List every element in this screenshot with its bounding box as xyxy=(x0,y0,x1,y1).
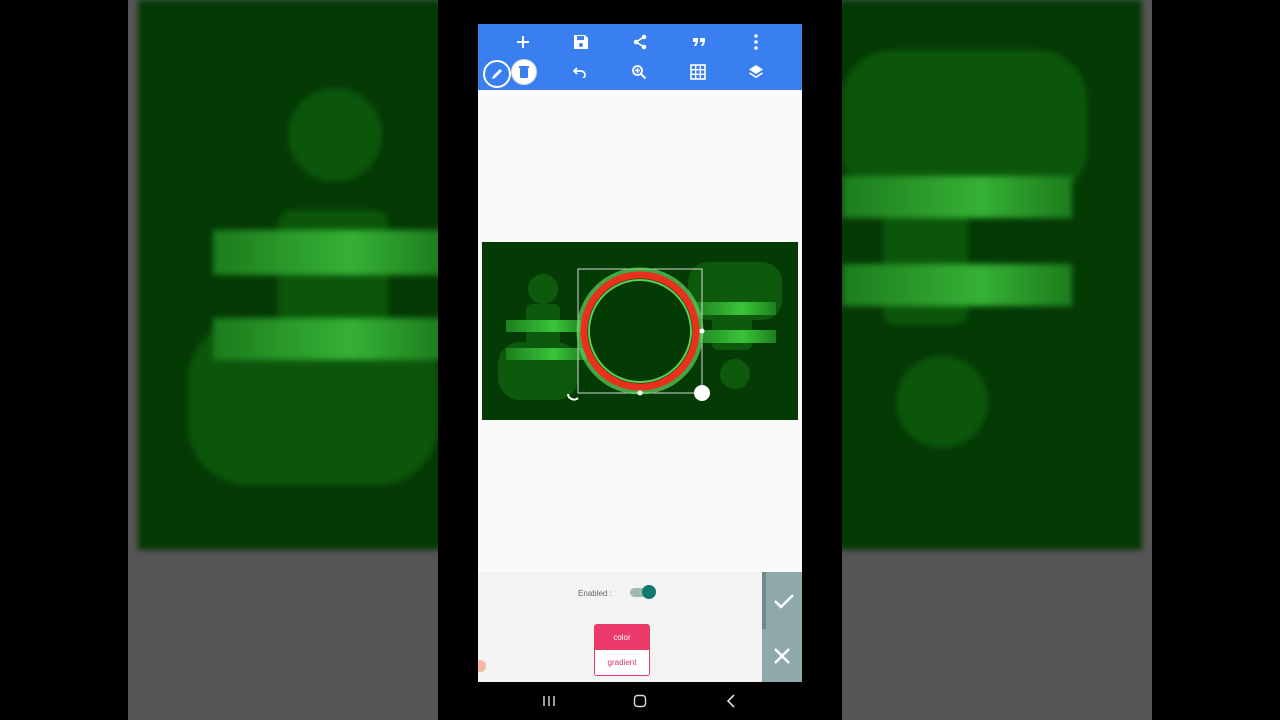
quote-icon[interactable] xyxy=(684,29,714,55)
add-icon[interactable] xyxy=(508,29,538,55)
enabled-label: Enabled : xyxy=(578,589,612,598)
close-icon xyxy=(774,647,790,664)
app-screen: Enabled : color gradient xyxy=(478,24,802,682)
grid-icon[interactable] xyxy=(683,59,713,85)
save-icon[interactable] xyxy=(566,29,596,55)
background-right-bar xyxy=(1152,0,1280,720)
fill-options-panel: Enabled : color gradient xyxy=(478,572,802,682)
recents-icon[interactable] xyxy=(537,692,561,710)
layers-icon[interactable] xyxy=(741,59,771,85)
zoom-in-icon[interactable] xyxy=(624,59,654,85)
delete-icon[interactable] xyxy=(511,59,537,85)
color-swatch[interactable] xyxy=(478,660,486,672)
undo-icon[interactable] xyxy=(565,59,595,85)
top-toolbar xyxy=(478,24,802,90)
cancel-button[interactable] xyxy=(762,629,802,682)
fill-type-selector: color gradient xyxy=(594,624,650,676)
color-option[interactable]: color xyxy=(595,625,649,650)
system-navigation-bar xyxy=(438,682,842,720)
confirm-button[interactable] xyxy=(762,572,802,629)
share-icon[interactable] xyxy=(625,29,655,55)
gradient-option[interactable]: gradient xyxy=(595,650,649,675)
pencil-icon[interactable] xyxy=(483,60,511,88)
phone-frame: Enabled : color gradient xyxy=(438,0,842,720)
background-left-bar xyxy=(0,0,128,720)
more-vert-icon[interactable] xyxy=(741,29,771,55)
back-icon[interactable] xyxy=(719,692,743,710)
drawing-canvas[interactable] xyxy=(482,242,798,420)
check-icon xyxy=(774,593,794,609)
home-icon[interactable] xyxy=(628,692,652,710)
selected-circle-shape[interactable] xyxy=(482,242,798,420)
enabled-toggle[interactable] xyxy=(630,584,656,600)
